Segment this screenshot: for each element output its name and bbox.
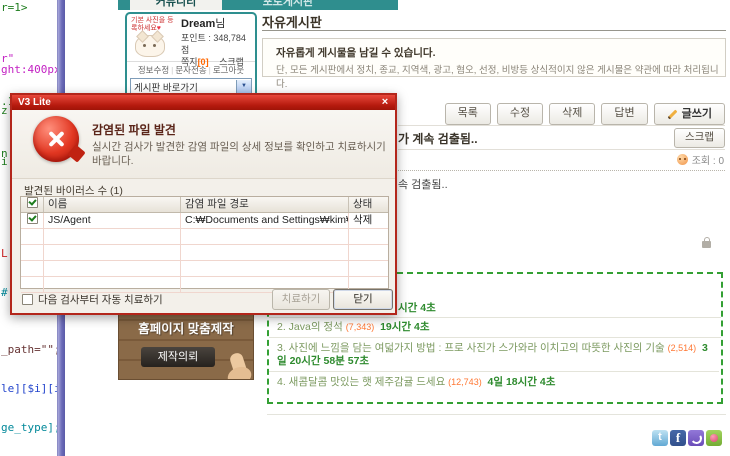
cat-avatar xyxy=(135,35,165,58)
profile-photo[interactable]: 기본 사진을 등록하세요♥ xyxy=(131,17,177,59)
banner-title: 홈페이지 맞춤제작 xyxy=(138,322,234,336)
code-fragment: z xyxy=(1,104,8,117)
code-line: ght:400px xyxy=(1,63,61,76)
delete-button[interactable]: 삭제 xyxy=(549,103,596,125)
item-time: 4일 18시간 4초 xyxy=(487,376,556,388)
profile-links: 정보수정 | 문자전송 | 로그아웃 xyxy=(127,61,255,77)
facebook-icon[interactable]: f xyxy=(670,430,686,446)
code-line: r=1> xyxy=(1,1,28,14)
virus-path: C:₩Documents and Settings₩kim₩Loc... xyxy=(181,213,349,229)
twitter-icon[interactable]: t xyxy=(652,430,668,446)
table-row xyxy=(21,261,388,277)
code-block: _path=""; le][$i][i ge_type]; ='2' || $ … xyxy=(1,317,61,456)
footer-divider xyxy=(267,414,726,415)
board-notice-box: 자유롭게 게시물을 남길 수 있습니다. 단, 모든 게시판에서 정치, 종교,… xyxy=(262,38,726,90)
row-checkbox[interactable] xyxy=(26,213,38,224)
list-item[interactable]: 2. Java의 정석 (7,343) 19시간 4초 xyxy=(269,318,721,338)
code-fragment: # xyxy=(1,286,8,299)
dialog-title: 감염된 파일 발견 xyxy=(92,123,176,137)
notice-main: 자유롭게 게시물을 남길 수 있습니다. xyxy=(276,47,436,59)
select-value: 게시판 바로가기 xyxy=(134,82,198,94)
me2day-icon[interactable] xyxy=(688,430,704,446)
table-row xyxy=(21,229,388,245)
photo-register-hint: 기본 사진을 등록하세요 xyxy=(131,17,174,33)
chevron-down-icon[interactable]: ▼ xyxy=(236,80,251,93)
table-header-row: 이름 감염 파일 경로 상태 xyxy=(21,197,388,213)
social-share-bar: t f xyxy=(652,430,722,446)
tab-photo-board[interactable]: 포토게시판 xyxy=(238,0,338,10)
code-line: ge_type]; xyxy=(1,421,61,434)
list-item[interactable]: 3. 사진에 느낌을 담는 여덟가지 방법 : 프로 사진가 스가와라 이치고의… xyxy=(269,338,719,372)
title-divider xyxy=(262,30,726,31)
post-title-row: 가 계속 검출됨.. 스크랩 xyxy=(398,125,725,150)
virus-table: 이름 감염 파일 경로 상태 JS/Agent C:₩Documents and… xyxy=(20,196,389,293)
close-icon[interactable]: × xyxy=(379,95,391,109)
banner-order-button[interactable]: 제작의뢰 xyxy=(141,347,215,367)
code-line: _path=""; xyxy=(1,343,61,356)
emoticon-face-icon xyxy=(676,154,688,165)
item-count: (12,743) xyxy=(448,377,482,387)
code-line: le][$i][i xyxy=(1,382,61,395)
profile-info: Dream님 포인트 : 348,784점 쪽지[0] 스크랩 xyxy=(177,17,251,67)
profile-box: 기본 사진을 등록하세요♥ Dream님 포인트 : 348,784점 쪽지[0… xyxy=(125,12,257,98)
pointing-hand-icon xyxy=(228,351,249,379)
close-button[interactable]: 닫기 xyxy=(333,289,393,310)
tab-bar: 커뮤니티 포토게시판 xyxy=(118,0,398,10)
item-title: 3. 사진에 느낌을 담는 여덟가지 방법 : 프로 사진가 스가와라 이치고의… xyxy=(277,342,665,354)
clean-button[interactable]: 치료하기 xyxy=(272,289,330,310)
notice-sub: 단, 모든 게시판에서 정치, 종교, 지역색, 광고, 혐오, 선정, 비방등… xyxy=(276,65,719,90)
dialog-header: 감염된 파일 발견 실시간 검사가 발견한 감염 파일의 상세 정보를 확인하고… xyxy=(12,110,395,179)
lock-icon xyxy=(702,237,711,248)
item-title: 2. Java의 정석 xyxy=(277,321,343,333)
auto-clean-label: 다음 검사부터 자동 치료하기 xyxy=(38,294,163,306)
item-count: (7,343) xyxy=(345,322,375,332)
view-count: 조회 : 0 xyxy=(691,156,724,167)
user-points: 포인트 : 348,784점 xyxy=(181,32,246,55)
sms-link[interactable]: 문자전송 xyxy=(175,65,206,75)
tab-community[interactable]: 커뮤니티 xyxy=(130,0,222,10)
reply-button[interactable]: 답변 xyxy=(601,103,648,125)
select-all-checkbox[interactable] xyxy=(26,197,38,208)
dialog-titlebar[interactable]: V3 Lite × xyxy=(12,95,395,110)
post-divider xyxy=(398,170,725,171)
scrap-button[interactable]: 스크랩 xyxy=(674,128,725,148)
edit-button[interactable]: 수정 xyxy=(496,103,544,125)
write-button[interactable]: 글쓰기 xyxy=(653,103,725,125)
item-time: 19시간 4초 xyxy=(380,321,430,333)
auto-clean-option[interactable]: 다음 검사부터 자동 치료하기 xyxy=(22,292,163,307)
item-title: 4. 새콤달콤 맛있는 햇 제주감귤 드세요 xyxy=(277,376,446,388)
page-title: 자유게시판 xyxy=(262,15,322,30)
views-row: 조회 : 0 xyxy=(676,152,724,167)
dialog-window-title: V3 Lite xyxy=(18,97,51,108)
virus-alert-icon xyxy=(33,116,79,162)
item-count: (2,514) xyxy=(667,343,697,353)
post-title: 가 계속 검출됨.. xyxy=(398,132,478,146)
pencil-icon xyxy=(667,109,678,119)
virus-name: JS/Agent xyxy=(44,213,181,229)
user-name: Dream xyxy=(181,18,216,30)
v3-lite-dialog: V3 Lite × 감염된 파일 발견 실시간 검사가 발견한 감염 파일의 상… xyxy=(10,93,397,315)
post-toolbar: 목록 수정 삭제 답변 글쓰기 xyxy=(444,103,725,125)
column-header-path: 감염 파일 경로 xyxy=(181,197,349,212)
edit-info-link[interactable]: 정보수정 xyxy=(138,65,169,75)
virus-status: 삭제 xyxy=(349,213,388,229)
column-header-name: 이름 xyxy=(44,197,181,212)
logout-link[interactable]: 로그아웃 xyxy=(213,65,244,75)
cyworld-icon[interactable] xyxy=(706,430,722,446)
item-time: 시간 4초 xyxy=(398,302,436,314)
table-row xyxy=(21,245,388,261)
profile-top: 기본 사진을 등록하세요♥ Dream님 포인트 : 348,784점 쪽지[0… xyxy=(127,14,255,67)
table-row[interactable]: JS/Agent C:₩Documents and Settings₩kim₩L… xyxy=(21,213,388,229)
page: r=1> r" ght:400px .1 z n i. L( # _path="… xyxy=(0,0,730,456)
dialog-description: 실시간 검사가 발견한 감염 파일의 상세 정보를 확인하고 치료하시기 바랍니… xyxy=(92,141,386,167)
post-body-text: 속 검출됨.. xyxy=(398,179,448,191)
column-header-status: 상태 xyxy=(353,198,373,210)
list-item[interactable]: 4. 새콤달콤 맛있는 햇 제주감귤 드세요 (12,743) 4일 18시간 … xyxy=(269,372,721,392)
auto-clean-checkbox[interactable] xyxy=(22,294,33,305)
name-suffix: 님 xyxy=(215,18,226,30)
list-button[interactable]: 목록 xyxy=(444,103,491,125)
